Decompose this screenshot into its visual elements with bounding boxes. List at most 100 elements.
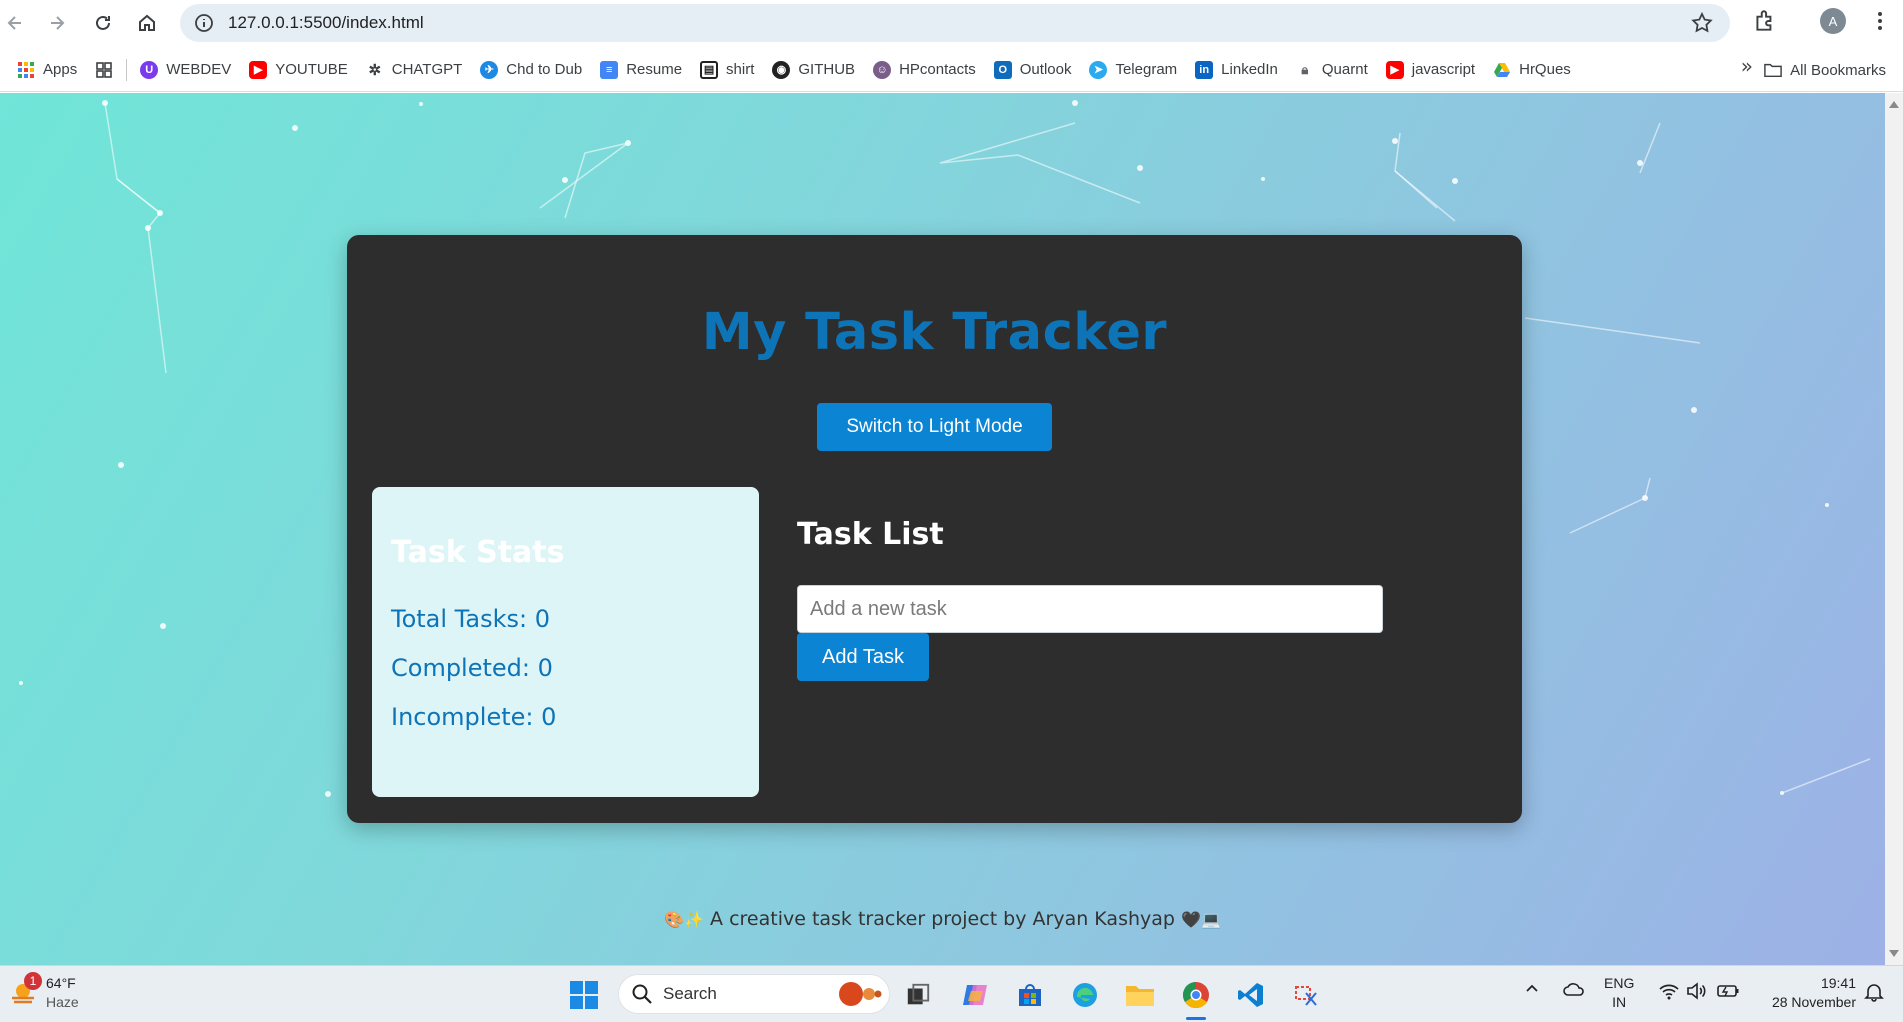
webdev-icon: U	[140, 60, 159, 79]
notifications-bell-icon[interactable]	[1864, 982, 1884, 1007]
shirt-icon: ▤	[700, 60, 719, 79]
back-icon[interactable]	[0, 8, 30, 38]
footer-text: A creative task tracker project by Aryan…	[710, 908, 1175, 930]
page-viewport: My Task Tracker Switch to Light Mode Tas…	[0, 93, 1885, 965]
bookmark-label: YOUTUBE	[275, 61, 348, 78]
menu-dots-icon[interactable]	[1868, 8, 1892, 38]
scroll-up-icon[interactable]	[1889, 101, 1899, 108]
vscode-icon[interactable]	[1233, 977, 1269, 1013]
forward-icon[interactable]	[42, 8, 72, 38]
bookmark-chatgpt[interactable]: ✲ CHATGPT	[357, 54, 472, 86]
bookmark-telegram[interactable]: ➤ Telegram	[1080, 54, 1186, 86]
task-list-heading: Task List	[797, 517, 944, 552]
bookmark-github[interactable]: ◉ GITHUB	[763, 54, 864, 86]
bookmark-hpcontacts[interactable]: ☺ HPcontacts	[864, 54, 985, 86]
footer-emoji-right: 🖤💻	[1181, 910, 1221, 929]
address-bar[interactable]: 127.0.0.1:5500/index.html	[180, 4, 1730, 42]
theme-toggle-button[interactable]: Switch to Light Mode	[817, 403, 1052, 451]
weather-widget[interactable]: 1 64°F Haze	[8, 972, 79, 1012]
edge-icon[interactable]	[1067, 977, 1103, 1013]
copilot-icon[interactable]	[957, 977, 993, 1013]
language-code: ENG	[1604, 975, 1635, 991]
bookmark-webdev[interactable]: U WEBDEV	[131, 54, 240, 86]
volume-icon[interactable]	[1686, 982, 1708, 1005]
task-tracker-card: My Task Tracker Switch to Light Mode Tas…	[347, 235, 1522, 823]
drive-icon	[1493, 61, 1511, 79]
profile-initial: A	[1820, 8, 1846, 34]
bookmark-apps[interactable]: Apps	[8, 54, 86, 86]
extensions-icon[interactable]	[1752, 8, 1778, 38]
telegram-icon: ➤	[1089, 60, 1108, 79]
bookmark-youtube[interactable]: ▶ YOUTUBE	[240, 54, 357, 86]
url-text: 127.0.0.1:5500/index.html	[228, 13, 424, 32]
home-icon[interactable]	[132, 8, 162, 38]
browser-toolbar: 127.0.0.1:5500/index.html A	[0, 0, 1903, 47]
bookmark-label: LinkedIn	[1221, 61, 1278, 78]
outlook-icon: O	[993, 60, 1012, 79]
file-explorer-icon[interactable]	[1122, 977, 1158, 1013]
scroll-down-icon[interactable]	[1889, 950, 1899, 957]
plane-icon: ✈	[480, 60, 499, 79]
bookmark-shirt[interactable]: ▤ shirt	[691, 54, 763, 86]
incomplete-tasks-stat: Incomplete: 0	[391, 703, 557, 731]
bookmark-label: Apps	[43, 61, 78, 78]
task-view-icon[interactable]	[900, 977, 936, 1013]
lock-icon: 🔒︎	[1301, 61, 1309, 77]
onedrive-icon[interactable]	[1562, 980, 1586, 1003]
weather-temp: 64°F	[46, 975, 76, 991]
bookmark-label: Quarnt	[1321, 61, 1368, 78]
region-code: IN	[1612, 994, 1627, 1010]
all-bookmarks-label: All Bookmarks	[1790, 61, 1886, 79]
github-icon: ◉	[772, 60, 791, 79]
bookmark-label: HPcontacts	[899, 61, 976, 78]
microsoft-store-icon[interactable]	[1012, 977, 1048, 1013]
all-bookmarks-button[interactable]: All Bookmarks	[1755, 54, 1895, 86]
taskbar-search[interactable]: Search	[618, 974, 890, 1014]
youtube-icon: ▶	[1385, 60, 1404, 79]
bookmark-label: shirt	[726, 61, 755, 78]
profile-avatar[interactable]: A	[1820, 8, 1846, 34]
bookmark-label: javascript	[1411, 61, 1476, 78]
search-highlight-icon	[839, 982, 882, 1006]
site-info-icon[interactable]	[192, 11, 216, 35]
chrome-icon[interactable]	[1178, 977, 1214, 1020]
apps-grid-icon	[17, 61, 35, 79]
chatgpt-icon: ✲	[368, 61, 382, 79]
active-app-indicator	[1186, 1017, 1206, 1020]
clock-date: 28 November	[1771, 994, 1856, 1010]
battery-icon[interactable]	[1716, 982, 1740, 1005]
bookmark-tab-groups[interactable]	[86, 54, 122, 86]
bookmark-linkedin[interactable]: in LinkedIn	[1186, 54, 1287, 86]
wifi-icon[interactable]	[1658, 982, 1680, 1005]
bookmark-resume[interactable]: ≡ Resume	[591, 54, 691, 86]
stats-heading: Task Stats	[391, 535, 565, 570]
completed-tasks-stat: Completed: 0	[391, 654, 553, 682]
new-task-input[interactable]	[797, 585, 1383, 633]
bookmark-label: GITHUB	[798, 61, 856, 78]
more-bookmarks-chevron-icon[interactable]: »	[1741, 54, 1753, 78]
bookmark-chd-to-dub[interactable]: ✈ Chd to Dub	[471, 54, 591, 86]
bookmark-star-icon[interactable]	[1690, 11, 1714, 35]
add-task-button[interactable]: Add Task	[797, 633, 929, 681]
bookmark-label: CHATGPT	[391, 61, 463, 78]
language-indicator[interactable]: ENG IN	[1604, 974, 1634, 1012]
snipping-tool-icon[interactable]	[1288, 977, 1324, 1013]
bookmark-javascript[interactable]: ▶ javascript	[1377, 54, 1484, 86]
windows-start-icon[interactable]	[566, 977, 602, 1013]
folder-icon	[1764, 61, 1782, 79]
weather-haze-icon: 1	[8, 972, 42, 1008]
linkedin-icon: in	[1195, 60, 1214, 79]
tray-overflow-chevron-icon[interactable]	[1524, 980, 1540, 1001]
contacts-icon: ☺	[873, 60, 892, 79]
bookmark-quarnt[interactable]: 🔒︎ Quarnt	[1287, 54, 1377, 86]
page-footer: 🎨✨ A creative task tracker project by Ar…	[0, 908, 1885, 930]
bookmarks-bar: Apps U WEBDEV ▶ YOUTUBE ✲ CHATGPT ✈ Chd …	[0, 48, 1903, 92]
reload-icon[interactable]	[88, 8, 118, 38]
bookmark-label: Telegram	[1115, 61, 1178, 78]
system-clock[interactable]: 19:41 28 November	[1756, 974, 1856, 1012]
docs-icon: ≡	[600, 60, 619, 79]
page-scrollbar[interactable]	[1885, 93, 1903, 965]
bookmark-hrques[interactable]: HrQues	[1484, 54, 1580, 86]
bookmark-label: WEBDEV	[166, 61, 232, 78]
bookmark-outlook[interactable]: O Outlook	[985, 54, 1081, 86]
